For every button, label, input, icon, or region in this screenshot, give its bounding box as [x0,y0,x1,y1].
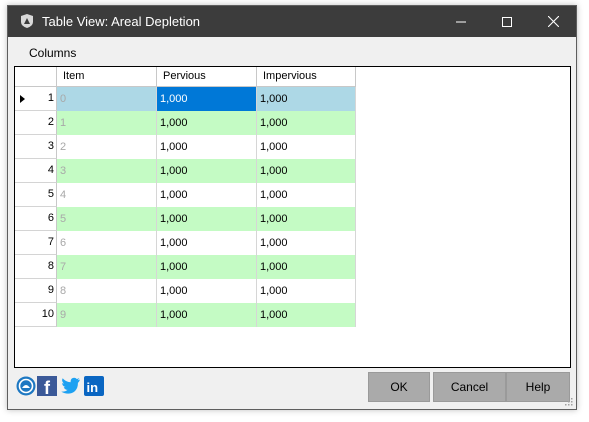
row-number: 2 [47,116,54,128]
menu-bar: Columns [8,37,576,63]
table-row[interactable]: 8 7 1,000 1,000 [15,255,356,279]
cell-impervious[interactable]: 1,000 [257,207,356,231]
row-header[interactable]: 2 [15,111,57,135]
table-row[interactable]: 1 0 1,000 1,000 [15,87,356,111]
close-button[interactable] [530,6,576,37]
cell-impervious[interactable]: 1,000 [257,183,356,207]
row-number: 5 [47,188,54,200]
cell-item[interactable]: 4 [57,183,157,207]
row-number: 9 [47,284,54,296]
cell-impervious[interactable]: 1,000 [257,303,356,327]
ok-button[interactable]: OK [368,372,430,402]
cell-item[interactable]: 3 [57,159,157,183]
app-globe-icon[interactable] [16,375,36,397]
cell-pervious[interactable]: 1,000 [157,303,257,327]
table-row[interactable]: 3 2 1,000 1,000 [15,135,356,159]
row-number: 7 [47,236,54,248]
current-row-indicator-icon [20,95,25,103]
window-title: Table View: Areal Depletion [42,14,201,29]
row-number: 1 [47,92,54,104]
cell-item[interactable]: 6 [57,231,157,255]
table-row[interactable]: 6 5 1,000 1,000 [15,207,356,231]
app-logo-icon [21,14,33,28]
cell-impervious[interactable]: 1,000 [257,87,356,111]
cell-item[interactable]: 1 [57,111,157,135]
row-number: 8 [47,260,54,272]
row-number: 10 [41,308,54,320]
table-row[interactable]: 10 9 1,000 1,000 [15,303,356,327]
column-header-impervious[interactable]: Impervious [257,67,356,87]
cell-pervious[interactable]: 1,000 [157,159,257,183]
row-header[interactable]: 6 [15,207,57,231]
cell-pervious[interactable]: 1,000 [157,183,257,207]
row-number: 6 [47,212,54,224]
close-icon [547,16,559,27]
table-row[interactable]: 4 3 1,000 1,000 [15,159,356,183]
cell-impervious[interactable]: 1,000 [257,159,356,183]
table-row[interactable]: 2 1 1,000 1,000 [15,111,356,135]
minimize-icon [456,21,466,22]
row-header[interactable]: 9 [15,279,57,303]
cell-impervious[interactable]: 1,000 [257,111,356,135]
maximize-button[interactable] [484,6,530,37]
cell-impervious[interactable]: 1,000 [257,135,356,159]
cell-item[interactable]: 5 [57,207,157,231]
row-header[interactable]: 5 [15,183,57,207]
title-bar[interactable]: Table View: Areal Depletion [8,6,576,37]
cell-item[interactable]: 2 [57,135,157,159]
linkedin-icon[interactable]: in [83,375,105,397]
cell-item[interactable]: 9 [57,303,157,327]
table-view-window: Table View: Areal Depletion Columns Item… [7,5,577,410]
table-row[interactable]: 7 6 1,000 1,000 [15,231,356,255]
cell-impervious[interactable]: 1,000 [257,255,356,279]
cell-pervious[interactable]: 1,000 [157,279,257,303]
row-header[interactable]: 8 [15,255,57,279]
table-row[interactable]: 5 4 1,000 1,000 [15,183,356,207]
row-number: 4 [47,164,54,176]
linkedin-letters: in [87,380,99,395]
row-number: 3 [47,140,54,152]
data-grid[interactable]: Item Pervious Impervious 1 0 1,000 1,000… [14,66,571,368]
cancel-button[interactable]: Cancel [433,372,506,402]
facebook-icon[interactable]: f [37,375,57,397]
row-header[interactable]: 4 [15,159,57,183]
cell-pervious[interactable]: 1,000 [157,231,257,255]
table-row[interactable]: 9 8 1,000 1,000 [15,279,356,303]
cell-pervious[interactable]: 1,000 [157,87,257,111]
menu-item-columns[interactable]: Columns [29,46,76,60]
help-button[interactable]: Help [506,372,570,402]
row-header[interactable]: 7 [15,231,57,255]
facebook-letter: f [44,378,51,397]
minimize-button[interactable] [438,6,484,37]
resize-grip-icon[interactable] [565,398,573,406]
row-header-corner [15,67,57,87]
cell-pervious[interactable]: 1,000 [157,135,257,159]
maximize-icon [502,16,512,27]
cell-pervious[interactable]: 1,000 [157,111,257,135]
twitter-icon[interactable] [59,375,81,397]
cell-pervious[interactable]: 1,000 [157,207,257,231]
row-header[interactable]: 3 [15,135,57,159]
column-header-pervious[interactable]: Pervious [157,67,257,87]
cell-pervious[interactable]: 1,000 [157,255,257,279]
cell-item[interactable]: 8 [57,279,157,303]
row-header[interactable]: 1 [15,87,57,111]
cell-impervious[interactable]: 1,000 [257,279,356,303]
cell-item[interactable]: 7 [57,255,157,279]
row-header[interactable]: 10 [15,303,57,327]
column-header-item[interactable]: Item [57,67,157,87]
cell-item[interactable]: 0 [57,87,157,111]
cell-impervious[interactable]: 1,000 [257,231,356,255]
